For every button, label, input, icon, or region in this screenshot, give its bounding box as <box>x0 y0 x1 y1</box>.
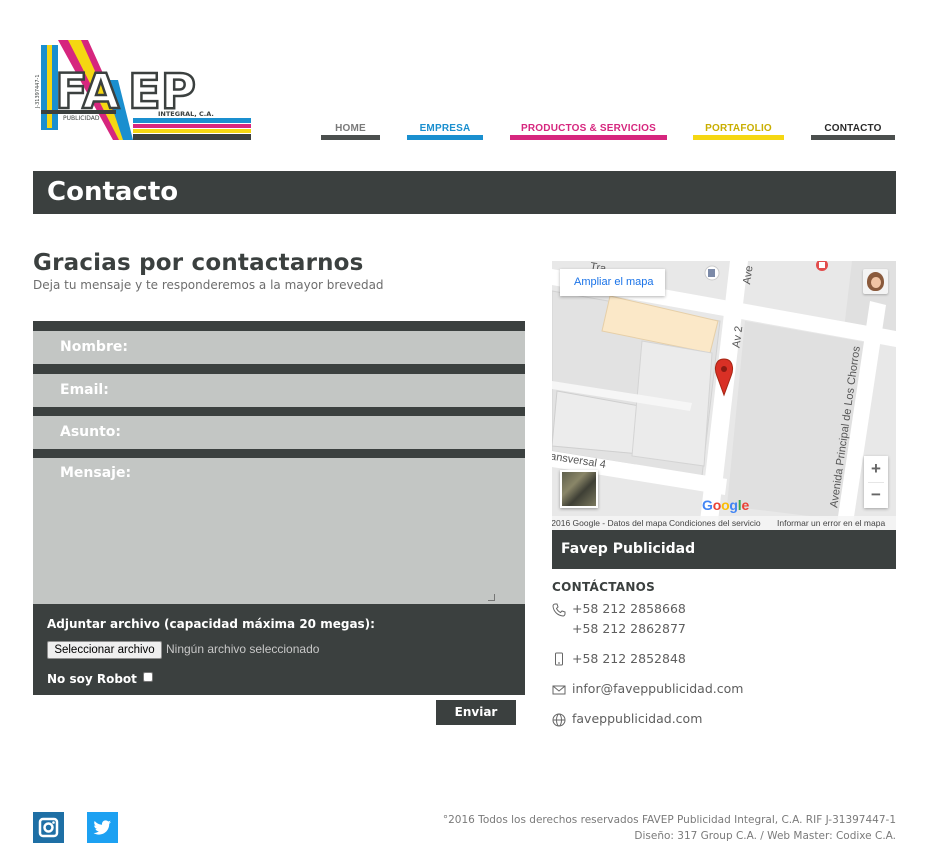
svg-text:FA: FA <box>55 64 119 120</box>
google-logo: Google <box>702 497 750 513</box>
company-band: Favep Publicidad <box>552 530 896 569</box>
nav-item-portafolio[interactable]: PORTAFOLIO <box>693 123 784 140</box>
attach-label: Adjuntar archivo (capacidad máxima 20 me… <box>47 617 375 631</box>
nav-item-home[interactable]: HOME <box>321 123 380 140</box>
select-file-button[interactable]: Seleccionar archivo <box>47 641 162 659</box>
nav-item-contacto[interactable]: CONTACTO <box>811 123 895 140</box>
map-data-link[interactable]: ©2016 Google - Datos del mapa <box>552 516 667 530</box>
contact-form: Nombre: Email: Asunto: Mensaje: Adjuntar… <box>33 321 525 695</box>
twitter-icon[interactable] <box>87 812 118 843</box>
email-field[interactable]: Email: <box>33 374 525 407</box>
phone-2[interactable]: +58 212 2862877 <box>572 621 686 636</box>
mobile-phone[interactable]: +58 212 2852848 <box>572 651 686 666</box>
footer-copyright: °2016 Todos los derechos reservados FAVE… <box>443 812 896 844</box>
expand-map-link[interactable]: Ampliar el mapa <box>560 269 665 296</box>
contact-title: CONTÁCTANOS <box>552 580 656 594</box>
message-placeholder: Mensaje: <box>60 465 132 481</box>
nav-underline <box>811 135 895 140</box>
nav-underline <box>321 135 380 140</box>
thanks-heading: Gracias por contactarnos <box>33 250 364 276</box>
satellite-toggle[interactable] <box>560 470 598 508</box>
nav-label: CONTACTO <box>824 123 882 134</box>
phone-1[interactable]: +58 212 2858668 <box>572 601 686 616</box>
nav-label: EMPRESA <box>419 123 471 134</box>
thanks-subheading: Deja tu mensaje y te responderemos a la … <box>33 278 384 292</box>
zoom-controls: + − <box>864 456 888 508</box>
nav-underline <box>510 135 667 140</box>
website-link[interactable]: faveppublicidad.com <box>572 711 702 726</box>
nav-label: PRODUCTOS & SERVICIOS <box>521 123 656 134</box>
company-name: Favep Publicidad <box>561 541 696 557</box>
phone-icon <box>552 603 566 617</box>
nav-label: PORTAFOLIO <box>705 123 772 134</box>
resize-handle-icon[interactable] <box>488 594 495 601</box>
nav-underline <box>693 135 784 140</box>
logo-graphic: FA EP PUBLICIDAD INTEGRAL, C.A. J-313974… <box>35 40 251 140</box>
svg-text:J-31397447-1: J-31397447-1 <box>35 74 41 109</box>
globe-icon <box>552 713 566 727</box>
map-terms-link[interactable]: Condiciones del servicio <box>669 516 761 530</box>
avatar-face <box>871 277 881 288</box>
svg-text:PUBLICIDAD: PUBLICIDAD <box>63 115 100 122</box>
file-status: Ningún archivo seleccionado <box>166 642 320 656</box>
instagram-icon[interactable] <box>33 812 64 843</box>
main-nav: HOME EMPRESA PRODUCTOS & SERVICIOS PORTA… <box>318 123 898 143</box>
page: FA EP PUBLICIDAD INTEGRAL, C.A. J-313974… <box>0 0 940 867</box>
nav-item-empresa[interactable]: EMPRESA <box>407 123 483 140</box>
map-report-link[interactable]: Informar un error en el mapa <box>777 516 885 530</box>
street-view-pegman-icon[interactable] <box>863 269 888 294</box>
favep-logo[interactable]: FA EP PUBLICIDAD INTEGRAL, C.A. J-313974… <box>33 40 253 144</box>
robot-label: No soy Robot <box>47 672 137 686</box>
zoom-divider <box>868 482 884 483</box>
send-button[interactable]: Enviar <box>436 700 516 725</box>
credits-line: Diseño: 317 Group C.A. / Web Master: Cod… <box>634 830 896 842</box>
map-footer: ©2016 Google - Datos del mapa Condicione… <box>552 516 896 530</box>
copyright-line: °2016 Todos los derechos reservados FAVE… <box>442 814 896 826</box>
name-field[interactable]: Nombre: <box>33 331 525 364</box>
nav-label: HOME <box>335 123 366 134</box>
instagram-glyph <box>38 817 59 838</box>
twitter-glyph <box>93 820 111 835</box>
google-map[interactable]: Tra Ave Av 2 Transversal 4 Avenida Princ… <box>552 261 896 530</box>
page-title-band: Contacto <box>33 171 896 214</box>
zoom-out-button[interactable]: − <box>864 482 888 508</box>
page-title: Contacto <box>47 177 179 207</box>
mobile-icon <box>555 652 563 666</box>
svg-text:INTEGRAL, C.A.: INTEGRAL, C.A. <box>158 110 214 118</box>
email-icon <box>552 685 566 695</box>
subject-field[interactable]: Asunto: <box>33 416 525 449</box>
message-field[interactable]: Mensaje: <box>33 458 525 604</box>
robot-checkbox[interactable] <box>143 672 153 682</box>
nav-underline <box>407 135 483 140</box>
email-link[interactable]: infor@faveppublicidad.com <box>572 681 743 696</box>
nav-item-productos[interactable]: PRODUCTOS & SERVICIOS <box>510 123 667 140</box>
zoom-in-button[interactable]: + <box>864 456 888 482</box>
